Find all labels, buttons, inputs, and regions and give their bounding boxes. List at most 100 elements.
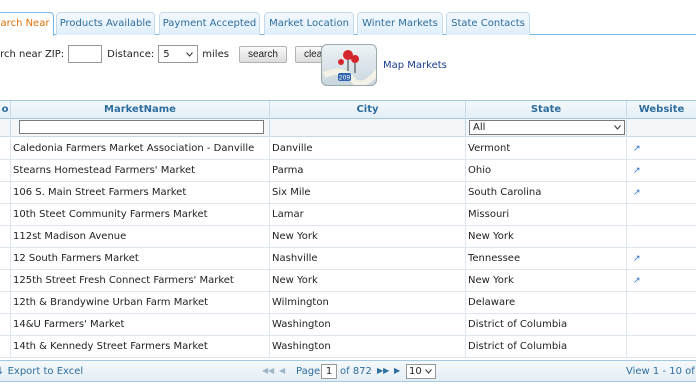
rows-per-page-select[interactable]: 10 [406,364,436,379]
header-city[interactable]: City [270,101,466,119]
website-cell: ↗ [627,248,696,270]
row-cell-col0 [0,336,11,358]
row-cell-col0 [0,248,11,270]
tab-search-near[interactable]: arch Near [0,12,54,36]
state-cell: New York [466,226,627,248]
website-cell: ↗ [627,160,696,182]
table-row[interactable]: 125th Street Fresh Connect Farmers' Mark… [0,270,696,292]
row-cell-col0 [0,270,11,292]
external-link-icon[interactable]: ↗ [629,144,641,154]
map-markets-icon[interactable]: 209 [321,44,377,86]
row-cell-col0 [0,182,11,204]
external-link-icon[interactable]: ↗ [629,276,641,286]
website-cell: ↗ [627,270,696,292]
search-button[interactable]: search [238,45,287,63]
website-cell [627,336,696,358]
row-cell-col0 [0,292,11,314]
state-cell: New York [466,270,627,292]
market-name-cell: 14th & Kennedy Street Farmers Market [11,336,270,358]
route-number: 209 [339,75,351,82]
city-cell: Washington [270,336,466,358]
map-markets-link[interactable]: Map Markets [383,60,447,71]
market-name-cell: 12 South Farmers Market [11,248,270,270]
state-cell: District of Columbia [466,314,627,336]
row-cell-col0 [0,160,11,182]
table-row[interactable]: 112st Madison Avenue New York New York [0,226,696,248]
state-filter-select[interactable]: All [469,120,625,135]
market-name-cell: 112st Madison Avenue [11,226,270,248]
search-form: arch near ZIP: Distance: 5 miles search … [0,44,335,64]
state-filter-value: All [473,122,486,133]
website-cell [627,204,696,226]
table-row[interactable]: 106 S. Main Street Farmers Market Six Mil… [0,182,696,204]
filter-row: All [0,119,696,137]
table-row[interactable]: 12th & Brandywine Urban Farm Market Wilmi… [0,292,696,314]
city-cell: Washington [270,314,466,336]
tab-state-contacts[interactable]: State Contacts [446,12,530,35]
market-name-cell: 10th Steet Community Farmers Market [11,204,270,226]
distance-select[interactable]: 5 [158,45,199,63]
state-cell: Delaware [466,292,627,314]
export-to-excel-link[interactable]: ↓ Export to Excel [0,366,83,377]
city-cell: Nashville [270,248,466,270]
website-cell: ↗ [627,138,696,160]
page-number-input[interactable]: 1 [321,364,337,379]
filter-cell-col0 [0,119,11,137]
table-row[interactable]: Caledonia Farmers Market Association - D… [0,138,696,160]
market-name-filter-input[interactable] [19,120,264,134]
table-row[interactable]: 14&U Farmers' Market Washington District o… [0,314,696,336]
zip-input[interactable] [68,45,103,63]
tab-winter-markets[interactable]: Winter Markets [357,12,443,35]
distance-value: 5 [163,48,170,60]
page-label: Page [296,366,321,377]
header-col0[interactable]: o [0,101,11,119]
market-name-cell: 12th & Brandywine Urban Farm Market [11,292,270,314]
website-cell: ↗ [627,182,696,204]
website-cell [627,314,696,336]
chevron-down-icon [425,365,432,378]
header-state[interactable]: State [466,101,627,119]
state-cell: Vermont [466,138,627,160]
tab-market-location[interactable]: Market Location [264,12,354,35]
header-website[interactable]: Website [627,101,696,119]
row-cell-col0 [0,226,11,248]
tab-products-available[interactable]: Products Available [56,12,155,35]
table-row[interactable]: 12 South Farmers Market Nashville Tennesse… [0,248,696,270]
state-cell: Ohio [466,160,627,182]
state-cell: District of Columbia [466,336,627,358]
prev-page-icon[interactable]: ◀ [279,366,285,375]
table-row[interactable]: 10th Steet Community Farmers Market Lamar… [0,204,696,226]
miles-label: miles [202,48,229,60]
website-cell [627,226,696,248]
city-cell: Wilmington [270,292,466,314]
external-link-icon[interactable]: ↗ [629,254,641,264]
city-cell: New York [270,270,466,292]
external-link-icon[interactable]: ↗ [629,166,641,176]
market-name-cell: 106 S. Main Street Farmers Market [11,182,270,204]
filter-cell-city [270,119,466,137]
website-cell [627,292,696,314]
first-page-icon[interactable]: ◀◀ [262,366,274,375]
city-cell: Lamar [270,204,466,226]
market-name-cell: 14&U Farmers' Market [11,314,270,336]
city-cell: Six Mile [270,182,466,204]
market-name-cell: 125th Street Fresh Connect Farmers' Mark… [11,270,270,292]
row-cell-col0 [0,204,11,226]
market-name-cell: Stearns Homestead Farmers' Market [11,160,270,182]
excel-icon: ↓ [0,366,5,377]
city-cell: Parma [270,160,466,182]
market-name-cell: Caledonia Farmers Market Association - D… [11,138,270,160]
external-link-icon[interactable]: ↗ [629,188,641,198]
last-page-icon[interactable]: ▶ [394,366,400,375]
city-cell: Danville [270,138,466,160]
tab-bar: arch Near Products Available Payment Acc… [0,0,696,36]
next-page-icon[interactable]: ▶▶ [377,366,389,375]
grid-pager: ↓ Export to Excel ◀◀ ◀ Page 1 of 872 ▶▶ … [0,360,696,382]
chevron-down-icon [614,121,621,134]
table-row[interactable]: Stearns Homestead Farmers' Market Parma Oh… [0,160,696,182]
table-row[interactable]: 14th & Kennedy Street Farmers Market Wash… [0,336,696,358]
state-cell: Tennessee [466,248,627,270]
city-cell: New York [270,226,466,248]
header-market-name[interactable]: MarketName [11,101,270,119]
tab-payment-accepted[interactable]: Payment Accepted [159,12,260,35]
